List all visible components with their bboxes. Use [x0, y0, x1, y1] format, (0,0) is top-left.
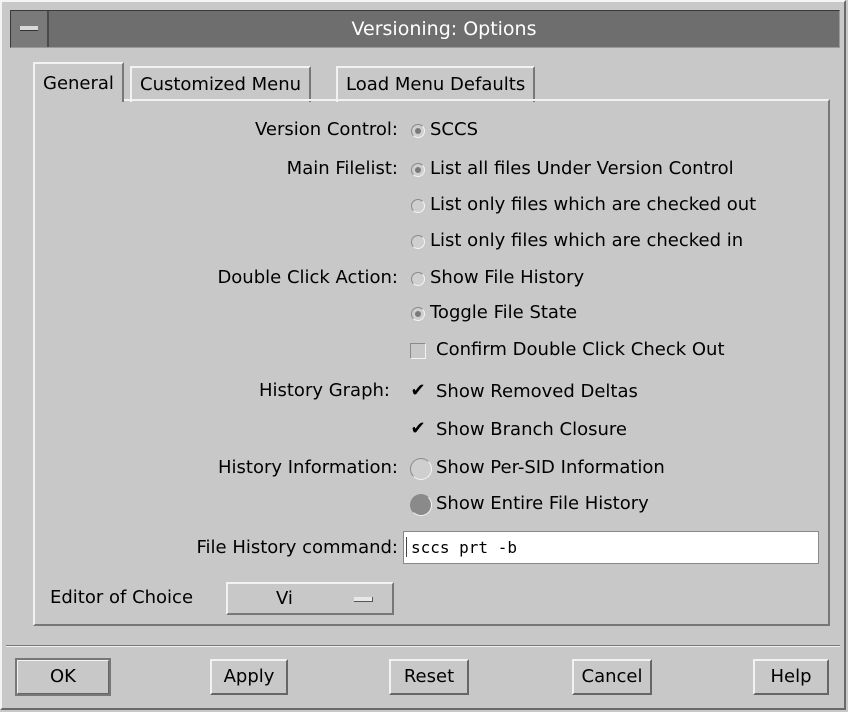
version-control-radio[interactable] — [411, 124, 425, 138]
ok-button[interactable]: OK — [15, 658, 111, 696]
file-history-command-input[interactable]: sccs prt -b — [403, 531, 819, 564]
per-sid-radio[interactable] — [410, 458, 432, 480]
history-info-label: History Information: — [217, 457, 398, 478]
text-cursor — [406, 537, 409, 557]
window-title: Versioning: Options — [351, 18, 537, 40]
editor-value: Vi — [276, 588, 293, 609]
confirm-checkout-checkbox[interactable] — [410, 343, 426, 359]
toggle-file-state-radio[interactable] — [411, 307, 425, 321]
branch-closure-checkbox[interactable]: ✔ — [410, 420, 426, 438]
window-menu-button[interactable] — [11, 11, 49, 47]
file-history-command-label: File History command: — [196, 537, 398, 558]
tab-customized-menu[interactable]: Customized Menu — [130, 66, 312, 102]
tab-general[interactable]: General — [33, 62, 124, 102]
filelist-checked-out-radio[interactable] — [411, 199, 425, 213]
per-sid-option[interactable]: Show Per-SID Information — [436, 457, 665, 478]
version-control-value[interactable]: SCCS — [430, 119, 478, 140]
toggle-file-state-option[interactable]: Toggle File State — [430, 302, 577, 323]
filelist-all-option[interactable]: List all files Under Version Control — [430, 158, 734, 179]
help-button[interactable]: Help — [753, 659, 829, 695]
entire-history-option[interactable]: Show Entire File History — [436, 493, 649, 514]
filelist-checked-in-option[interactable]: List only files which are checked in — [430, 230, 743, 251]
editor-option-menu[interactable]: Vi — [226, 582, 394, 615]
reset-button[interactable]: Reset — [389, 659, 469, 695]
window-menu-icon — [20, 26, 38, 31]
history-graph-label: History Graph: — [258, 380, 390, 401]
apply-button[interactable]: Apply — [210, 659, 288, 695]
option-menu-indicator-icon — [354, 597, 373, 602]
branch-closure-label[interactable]: Show Branch Closure — [436, 419, 627, 440]
double-click-label: Double Click Action: — [217, 267, 398, 288]
removed-deltas-checkbox[interactable]: ✔ — [410, 382, 426, 400]
confirm-checkout-label[interactable]: Confirm Double Click Check Out — [436, 339, 725, 360]
version-control-label: Version Control: — [254, 119, 398, 140]
removed-deltas-label[interactable]: Show Removed Deltas — [436, 381, 638, 402]
main-filelist-label: Main Filelist: — [286, 158, 398, 179]
show-file-history-radio[interactable] — [411, 272, 425, 286]
entire-history-radio[interactable] — [410, 494, 432, 516]
button-separator — [6, 645, 840, 647]
tab-load-menu-defaults[interactable]: Load Menu Defaults — [336, 66, 536, 102]
filelist-checked-in-radio[interactable] — [411, 235, 425, 249]
filelist-all-radio[interactable] — [411, 163, 425, 177]
filelist-checked-out-option[interactable]: List only files which are checked out — [430, 194, 756, 215]
show-file-history-option[interactable]: Show File History — [430, 267, 584, 288]
title-bar[interactable]: Versioning: Options — [10, 10, 840, 48]
cancel-button[interactable]: Cancel — [572, 659, 652, 695]
editor-label: Editor of Choice — [50, 587, 194, 608]
